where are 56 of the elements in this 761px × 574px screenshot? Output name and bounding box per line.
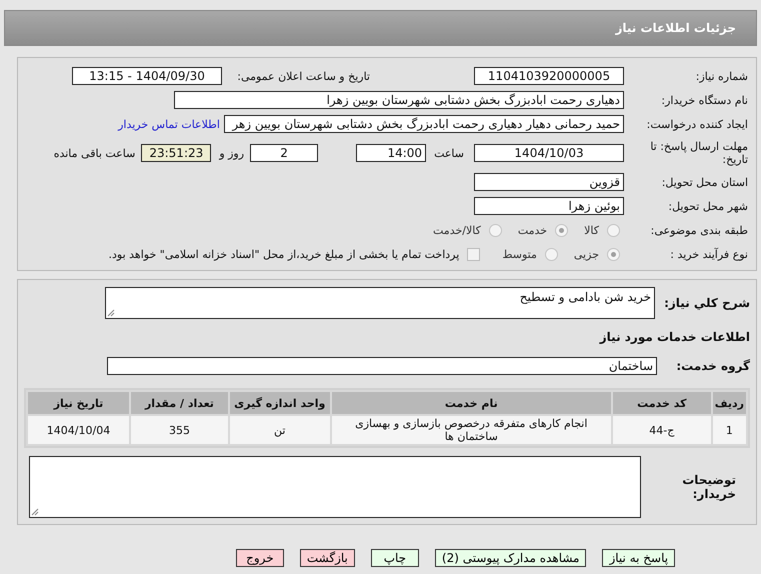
- column-header: تعداد / مقدار: [131, 392, 228, 414]
- buyer-org-field[interactable]: دهیاری رحمت ابادبزرگ بخش دشتابی شهرستان بویین زهرا: [174, 91, 624, 109]
- field-label: شماره نیاز:: [694, 70, 748, 82]
- service-group-field[interactable]: ساختمان: [107, 357, 657, 375]
- need-number-field[interactable]: 1104103920000005: [474, 67, 624, 85]
- announce-date-field[interactable]: 1404/09/30 - 13:15: [72, 67, 222, 85]
- deadline-time-field[interactable]: 14:00: [356, 144, 426, 162]
- column-header: واحد اندازه گیری: [230, 392, 330, 414]
- resize-grip-icon[interactable]: [107, 309, 115, 317]
- section-title: اطلاعات خدمات مورد نیاز: [598, 330, 750, 344]
- field-label: تاریخ و ساعت اعلان عمومی:: [236, 70, 370, 82]
- field-label: نوع فرآیند خرید :: [669, 248, 748, 260]
- table-cell: ج-44: [612, 416, 711, 444]
- action-button[interactable]: بازگشت: [300, 549, 355, 567]
- action-button[interactable]: چاپ: [370, 549, 419, 567]
- treasury-label: پرداخت تمام یا بخشی از مبلغ خرید،از محل "اسناد خزانه اسلامی" خواهد بود.: [108, 248, 460, 260]
- remaining-time-field: 23:51:23: [141, 144, 212, 162]
- field-label: گروه خدمت:: [675, 359, 750, 373]
- buyer-notes-field[interactable]: [29, 456, 641, 518]
- buyer-contact-link[interactable]: اطلاعات تماس خریدار: [118, 118, 220, 130]
- province-field[interactable]: قزوین: [474, 173, 624, 191]
- description-field[interactable]: خرید شن بادامی و تسطیح: [105, 287, 655, 319]
- radio-label: متوسط: [502, 248, 537, 260]
- field-label: استان محل تحویل:: [660, 176, 748, 188]
- radio-label: کالا/خدمت: [433, 224, 481, 236]
- radio-label: کالا: [584, 224, 599, 236]
- field-label: شهر محل تحویل:: [667, 200, 748, 212]
- field-label: توضیحات خریدار:: [681, 473, 736, 501]
- days-field[interactable]: 2: [250, 144, 318, 162]
- table-cell: 355: [131, 416, 228, 444]
- deadline-date-field[interactable]: 1404/10/03: [474, 144, 624, 162]
- column-header: ردیف: [712, 392, 746, 414]
- page-header: جزئیات اطلاعات نیاز: [4, 10, 757, 46]
- column-header: کد خدمت: [612, 392, 711, 414]
- field-label: شرح کلي نياز:: [663, 296, 750, 310]
- action-button[interactable]: مشاهده مدارک پیوستی (2): [434, 549, 586, 567]
- time-label: ساعت: [434, 146, 464, 160]
- field-label: طبقه بندی موضوعی:: [650, 224, 748, 236]
- radio-label: خدمت: [518, 224, 548, 236]
- city-field[interactable]: بوئین زهرا: [474, 197, 624, 215]
- column-header: نام خدمت: [332, 392, 611, 414]
- field-label: ایجاد کننده درخواست:: [646, 118, 748, 130]
- creator-field[interactable]: حمید رحمانی دهیار دهیاری رحمت ابادبزرگ بخش دشتابی شهرستان بویین زهر: [224, 115, 624, 133]
- resize-grip-icon[interactable]: [31, 508, 39, 516]
- action-button[interactable]: خروج: [236, 549, 284, 567]
- field-label: نام دستگاه خریدار:: [660, 94, 748, 106]
- table-cell: 1: [712, 416, 746, 444]
- action-button[interactable]: پاسخ به نیاز: [602, 549, 676, 567]
- column-header: تاریخ نیاز: [28, 392, 130, 414]
- table-cell: انجام کارهای متفرقه درخصوص بازسازی و بهسازی ساختمان ها: [332, 416, 611, 444]
- field-label: مهلت ارسال پاسخ: تا تاریخ:: [649, 140, 748, 166]
- days-label: روز و: [219, 146, 244, 160]
- table-cell: 1404/10/04: [28, 416, 130, 444]
- table-cell: تن: [230, 416, 330, 444]
- remaining-label: ساعت باقی مانده: [54, 146, 136, 160]
- radio-label: جزیی: [574, 248, 599, 260]
